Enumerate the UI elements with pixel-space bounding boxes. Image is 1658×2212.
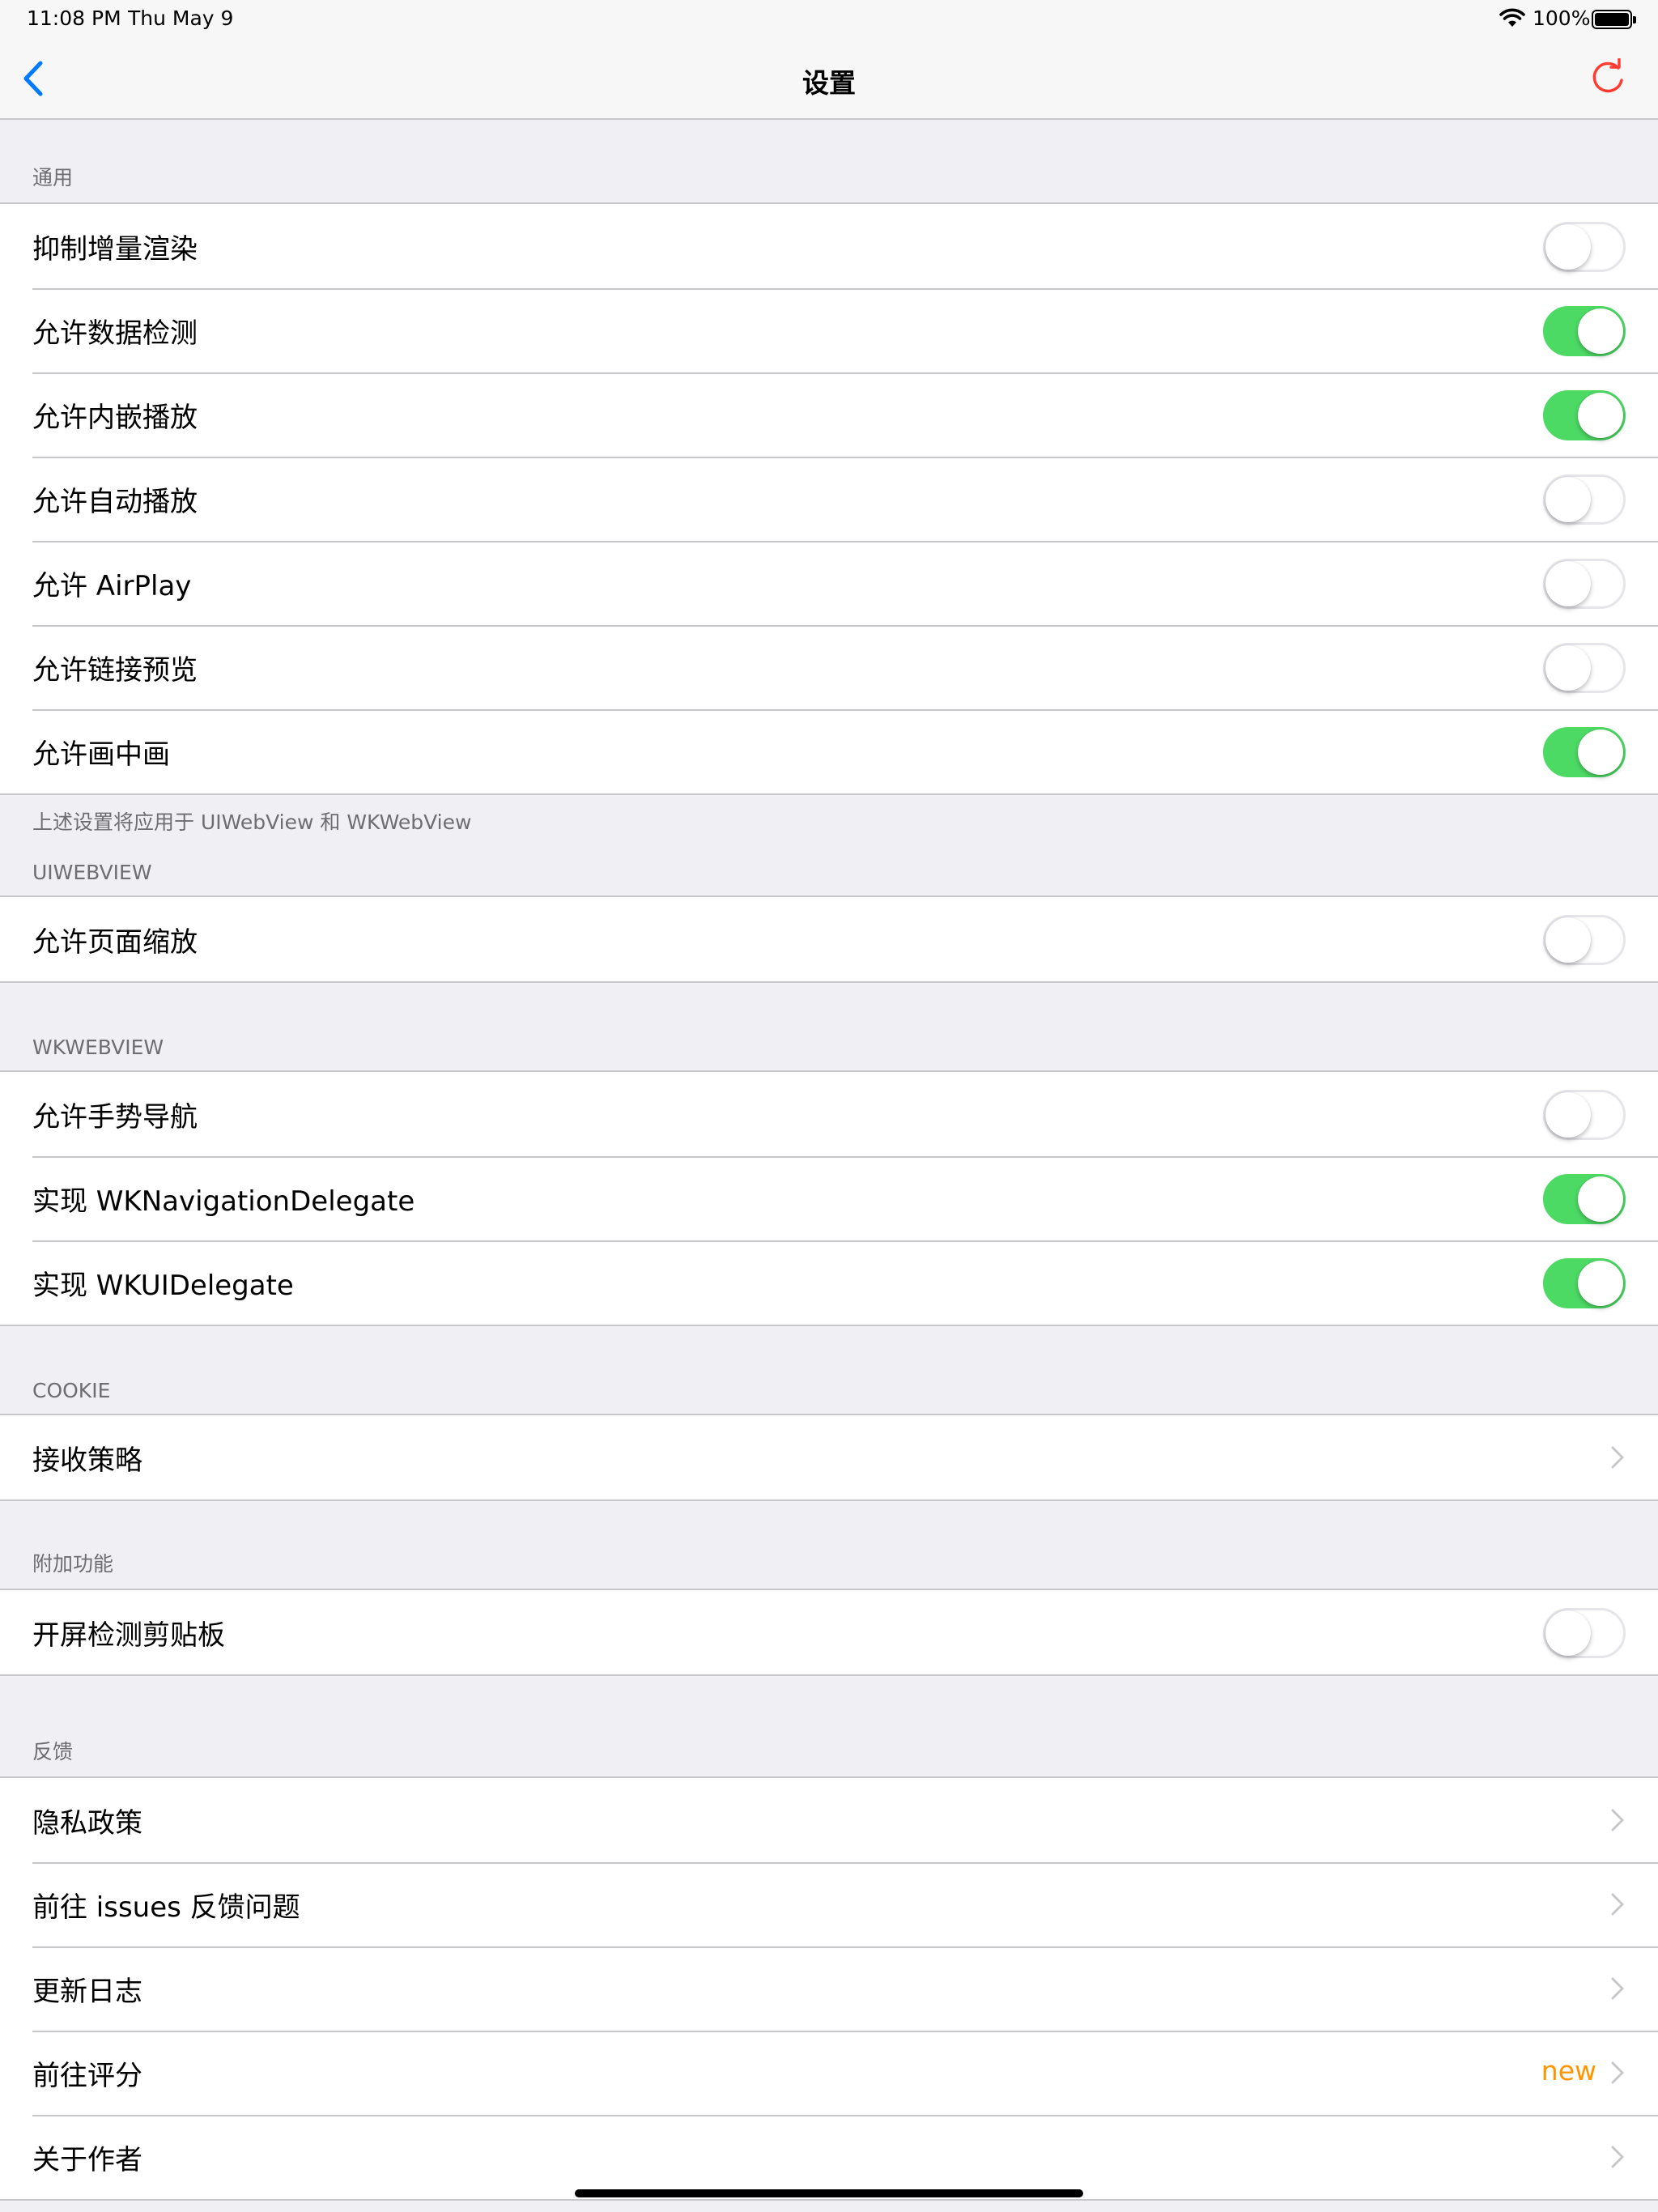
row-allow-link-preview: 允许链接预览 [0,625,1658,709]
status-date: Thu May 9 [128,6,234,30]
row-allow-page-zoom: 允许页面缩放 [0,897,1658,981]
toggle-switch[interactable] [1543,222,1626,272]
row-label: 允许内嵌播放 [32,401,198,434]
row-label: 实现 WKNavigationDelegate [32,1185,415,1218]
toggle-switch[interactable] [1543,727,1626,777]
row-report-issues[interactable]: 前往 issues 反馈问题 [0,1862,1658,1946]
row-label: 允许页面缩放 [32,925,198,959]
section-header-cookie: COOKIE [32,1379,111,1402]
row-label: 允许链接预览 [32,653,198,687]
row-changelog[interactable]: 更新日志 [0,1946,1658,2031]
row-clipboard-detection-on-launch: 开屏检测剪贴板 [0,1590,1658,1674]
chevron-right-icon [1611,1893,1624,1916]
navigation-bar: 设置 [0,39,1658,120]
toggle-switch[interactable] [1543,1090,1626,1140]
row-label: 前往 issues 反馈问题 [32,1891,300,1924]
new-badge: new [1541,2055,1596,2087]
toggle-switch[interactable] [1543,1258,1626,1308]
status-time: 11:08 PM [27,6,121,30]
group-cookie: 接收策略 [0,1414,1658,1501]
row-implement-ui-delegate: 实现 WKUIDelegate [0,1240,1658,1325]
toggle-switch[interactable] [1543,643,1626,693]
group-extras: 开屏检测剪贴板 [0,1589,1658,1676]
row-about-author[interactable]: 关于作者 [0,2115,1658,2199]
row-label: 允许数据检测 [32,317,198,350]
row-label: 关于作者 [32,2143,142,2176]
section-header-wkwebview: WKWEBVIEW [32,1036,164,1059]
row-label: 更新日志 [32,1975,142,2008]
toggle-switch[interactable] [1543,559,1626,609]
row-allow-data-detection: 允许数据检测 [0,288,1658,372]
row-rate-app[interactable]: 前往评分 new [0,2031,1658,2115]
chevron-right-icon [1611,2061,1624,2084]
row-allow-autoplay: 允许自动播放 [0,457,1658,541]
row-allow-airplay: 允许 AirPlay [0,541,1658,625]
row-label: 抑制增量渲染 [32,232,198,266]
toggle-switch[interactable] [1543,915,1626,965]
row-privacy-policy[interactable]: 隐私政策 [0,1778,1658,1862]
chevron-right-icon [1611,1809,1624,1831]
section-header-uiwebview: UIWEBVIEW [32,861,152,884]
row-label: 前往评分 [32,2059,142,2092]
chevron-right-icon [1611,1977,1624,2000]
section-header-general: 通用 [32,166,74,189]
section-footer-general: 上述设置将应用于 UIWebView 和 WKWebView [32,810,472,834]
home-indicator [575,2189,1083,2197]
row-label: 允许手势导航 [32,1100,198,1134]
toggle-switch[interactable] [1543,1174,1626,1224]
row-label: 允许画中画 [32,738,170,771]
page-title: 设置 [802,67,856,99]
toggle-switch[interactable] [1543,390,1626,440]
row-cookie-accept-policy[interactable]: 接收策略 [0,1415,1658,1499]
row-allow-gesture-navigation: 允许手势导航 [0,1072,1658,1156]
row-suppress-incremental-rendering: 抑制增量渲染 [0,204,1658,288]
group-feedback: 隐私政策 前往 issues 反馈问题 更新日志 前往评分 new 关于作者 [0,1776,1658,2201]
toggle-switch[interactable] [1543,474,1626,525]
chevron-right-icon [1611,1446,1624,1469]
row-allow-picture-in-picture: 允许画中画 [0,709,1658,793]
settings-list: 通用 抑制增量渲染 允许数据检测 允许内嵌播放 允许自动播放 允许 AirPla… [0,121,1658,2201]
group-general: 抑制增量渲染 允许数据检测 允许内嵌播放 允许自动播放 允许 AirPlay 允… [0,202,1658,795]
status-bar: 11:08 PM Thu May 9 100% [0,0,1658,39]
wifi-icon [1499,8,1525,27]
group-uiwebview: 允许页面缩放 [0,895,1658,983]
settings-screen: 11:08 PM Thu May 9 100% 设置 通用 抑制增量渲染 允许数… [0,0,1658,2212]
row-label: 实现 WKUIDelegate [32,1269,294,1302]
row-implement-navigation-delegate: 实现 WKNavigationDelegate [0,1156,1658,1240]
section-header-extras: 附加功能 [32,1552,114,1576]
row-label: 允许 AirPlay [32,569,192,602]
row-label: 接收策略 [32,1444,142,1477]
section-header-feedback: 反馈 [32,1740,74,1763]
row-label: 隐私政策 [32,1806,142,1840]
battery-icon [1592,10,1636,29]
group-wkwebview: 允许手势导航 实现 WKNavigationDelegate 实现 WKUIDe… [0,1070,1658,1326]
toggle-switch[interactable] [1543,1608,1626,1658]
row-label: 允许自动播放 [32,485,198,518]
battery-percent: 100% [1533,6,1591,30]
chevron-right-icon [1611,2146,1624,2168]
toggle-switch[interactable] [1543,306,1626,356]
refresh-icon[interactable] [1588,58,1627,99]
row-allow-inline-playback: 允许内嵌播放 [0,372,1658,457]
row-label: 开屏检测剪贴板 [32,1619,225,1652]
